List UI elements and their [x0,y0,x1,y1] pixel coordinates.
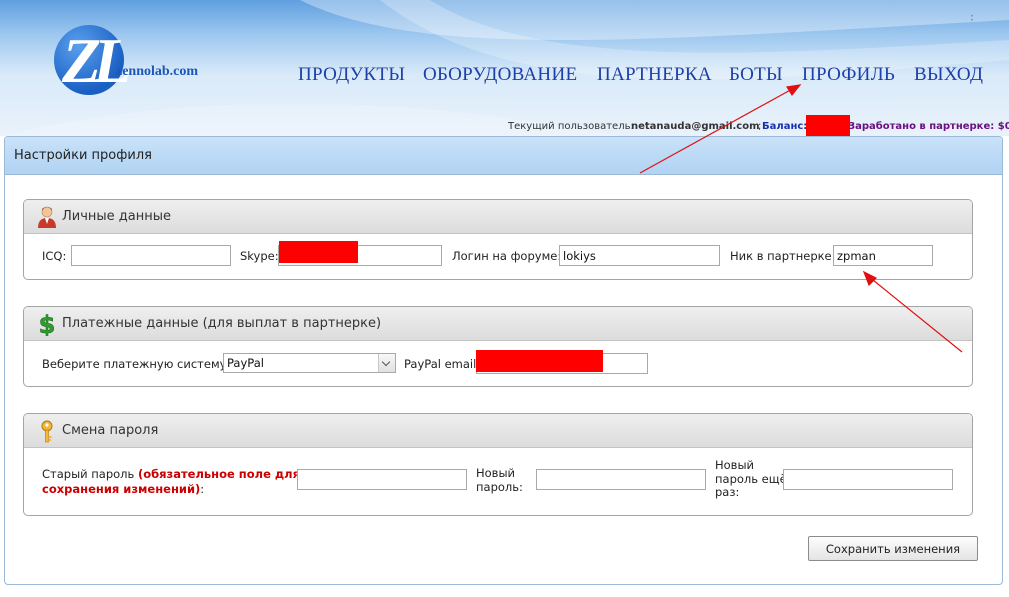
dollar-icon: $ [38,312,56,336]
nav-bots[interactable]: БОТЫ [729,64,783,86]
nav-products[interactable]: ПРОДУКТЫ [298,64,405,86]
new-password-label: Новый пароль: [476,466,523,494]
paypal-email-redaction [476,350,603,372]
nav-partner[interactable]: ПАРТНЕРКА [597,64,712,86]
section-title: Личные данные [62,209,172,224]
balance-label: Баланс: [762,121,808,132]
repeat-password-label: Новый пароль ещё раз: [715,458,787,499]
partner-nick-label: Ник в партнерке: [730,249,836,263]
user-info-line: Текущий пользователь: netanauda@gmail.co… [0,121,1009,135]
page-title: Настройки профиля [14,148,152,163]
partner-nick-input[interactable] [833,245,933,266]
key-icon [41,420,53,443]
old-password-input[interactable] [297,469,467,490]
personal-data-section: Личные данные [23,199,973,280]
more-dots-icon: · · [970,9,974,27]
chevron-down-icon[interactable] [378,354,395,372]
current-user-email: netanauda@gmail.com [631,121,760,132]
save-changes-button[interactable]: Сохранить изменения [808,536,978,561]
user-icon [38,206,56,228]
svg-text:$: $ [39,312,56,336]
nav-logout[interactable]: ВЫХОД [914,64,983,86]
required-note: (обязательное поле для [137,467,300,481]
forum-login-label: Логин на форуме: [452,249,562,263]
icq-label: ICQ: [42,249,67,263]
change-password-section: Смена пароля [23,413,973,516]
site-header: ZL zennolab.com · · ПРОДУКТЫ ОБОРУДОВАНИЕ… [0,0,1009,136]
section-header: $ Платежные данные (для выплат в партнер… [24,307,972,341]
payment-system-value: PayPal [227,356,264,370]
current-user-label: Текущий пользователь: [508,121,634,132]
forum-login-input[interactable] [559,245,720,266]
skype-redaction [279,241,358,263]
section-header: Смена пароля [24,414,972,448]
main-nav: ПРОДУКТЫ ОБОРУДОВАНИЕ ПАРТНЕРКА БОТЫ ПРО… [0,64,1009,88]
new-password-input[interactable] [536,469,706,490]
nav-equipment[interactable]: ОБОРУДОВАНИЕ [423,64,577,86]
icq-input[interactable] [71,245,231,266]
section-title: Платежные данные (для выплат в партнерке… [62,316,382,331]
balance-redaction [806,115,850,136]
section-title: Смена пароля [62,423,159,438]
nav-profile[interactable]: ПРОФИЛЬ [802,64,895,86]
paypal-email-label: PayPal email: [404,357,481,371]
old-password-label: Старый пароль (обязательное поле для сох… [42,467,300,496]
payment-system-select[interactable]: PayPal [223,353,396,373]
skype-label: Skype: [240,249,279,263]
section-header: Личные данные [24,200,972,234]
required-note-2: сохранения изменений) [42,482,201,496]
payment-data-section: $ Платежные данные (для выплат в партнер… [23,306,973,387]
repeat-password-input[interactable] [783,469,953,490]
panel-header: Настройки профиля [5,137,1002,175]
payment-system-label: Веберите платежную систему: [42,357,231,371]
partner-earned: Заработано в партнерке: $0 [848,121,1009,132]
